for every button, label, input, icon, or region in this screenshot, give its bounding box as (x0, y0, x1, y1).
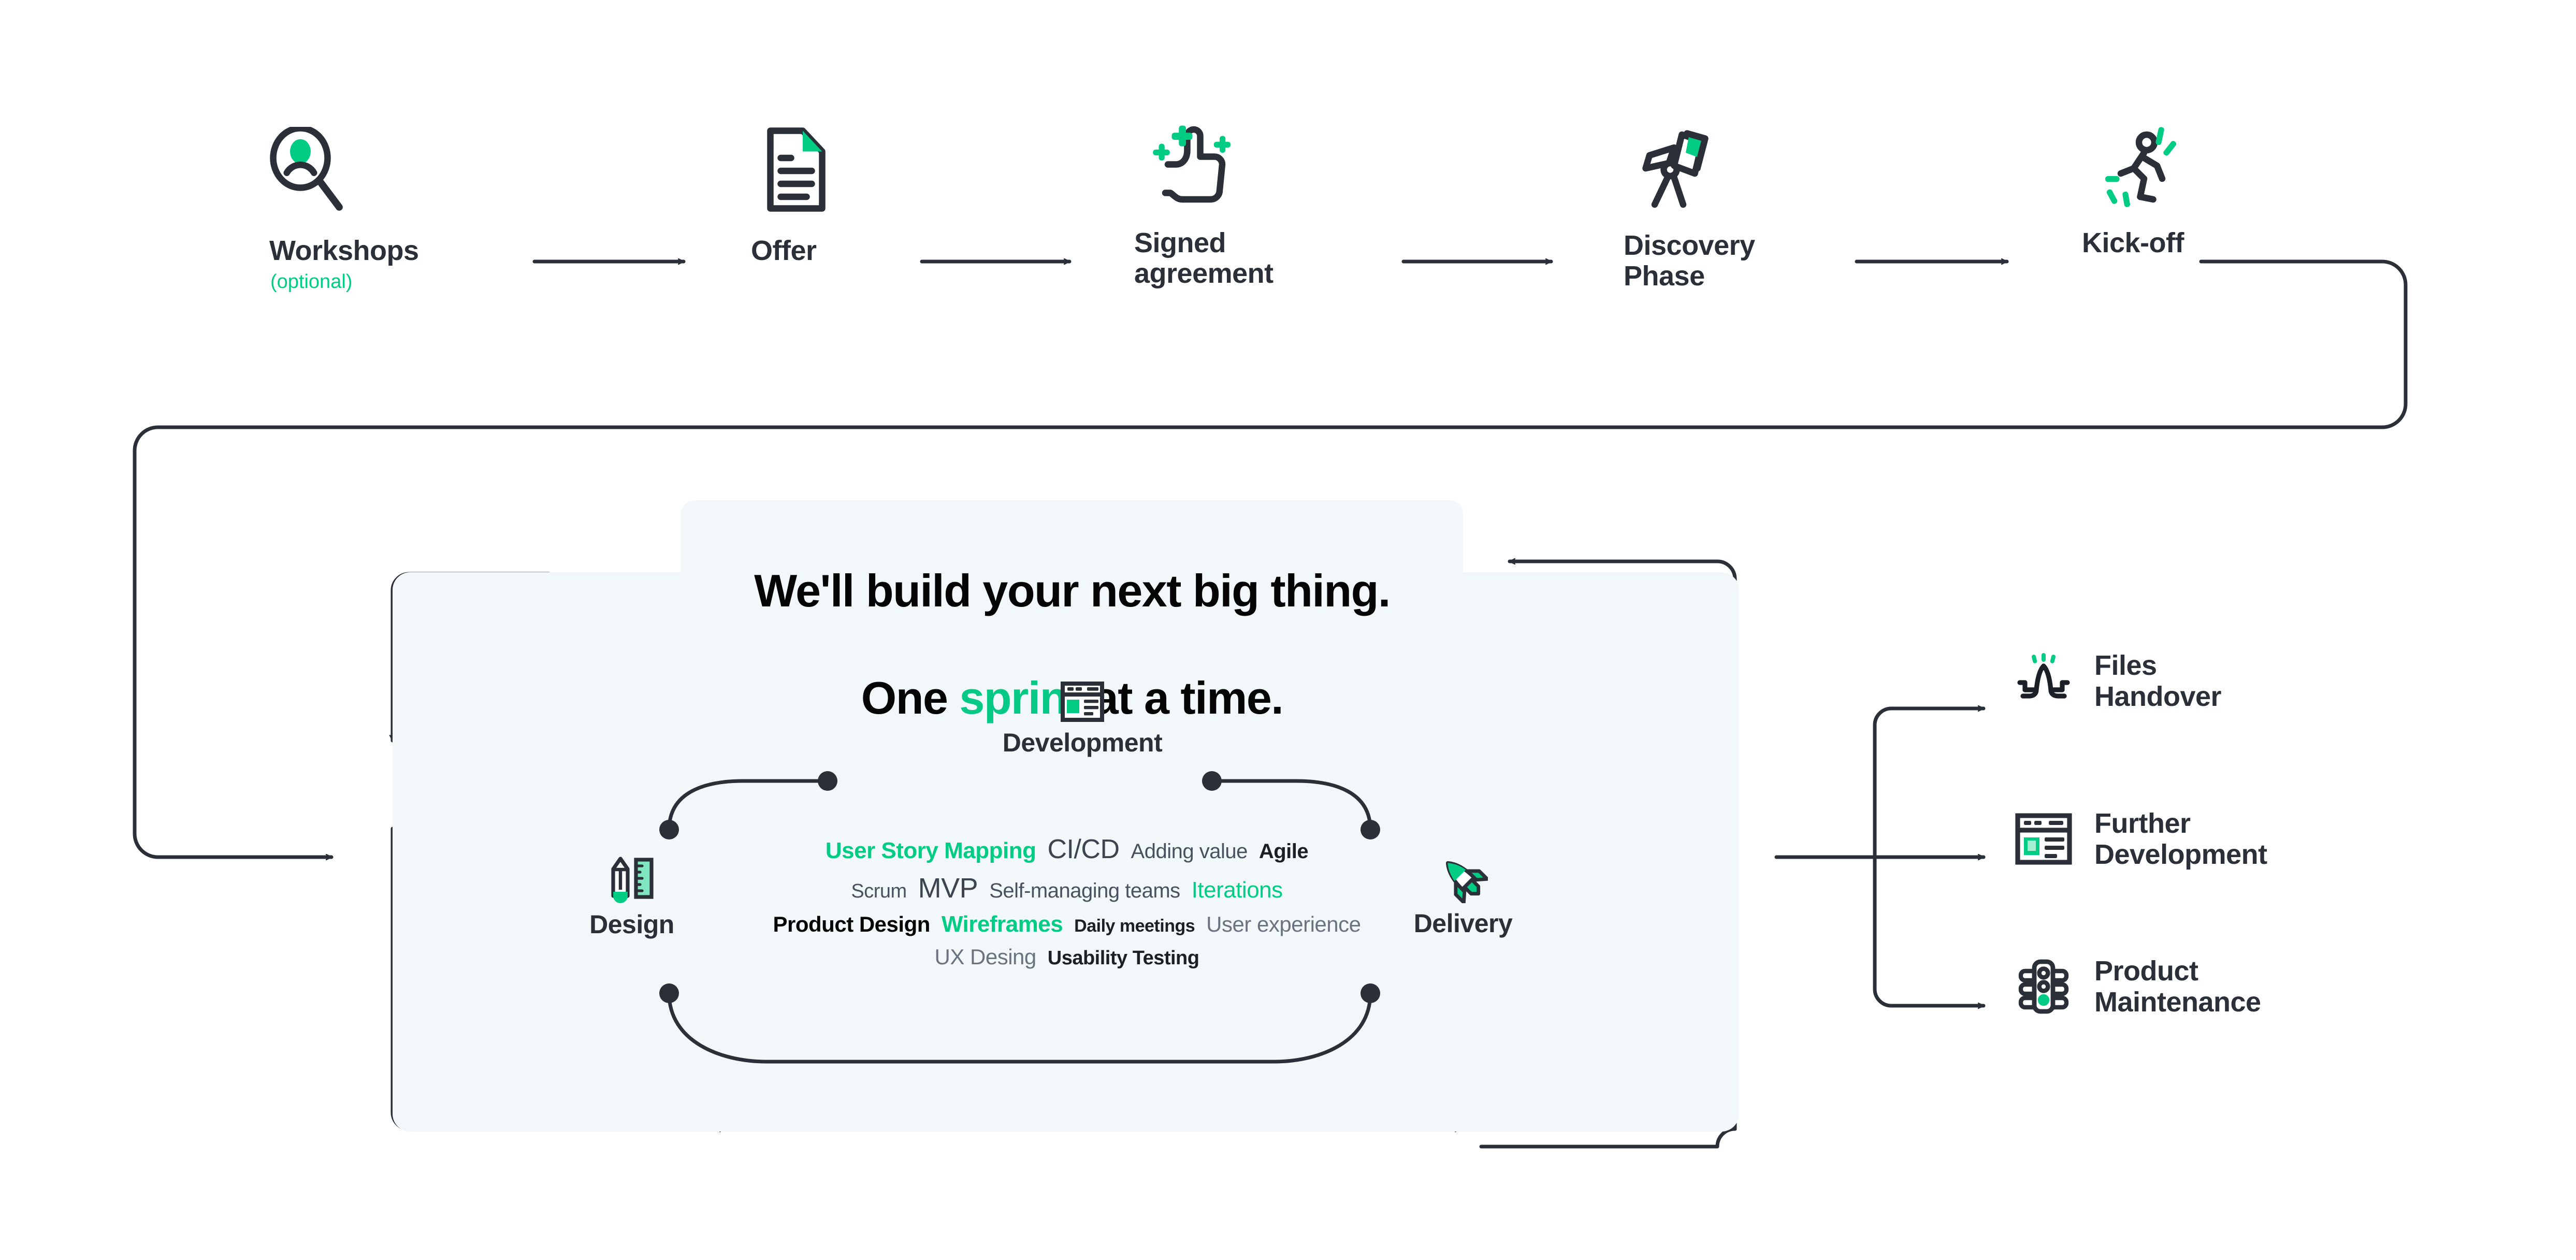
output-label: Further Development (2094, 808, 2267, 871)
word-cloud-term: Iterations (1191, 877, 1283, 903)
word-cloud-row: User Story Mapping CI/CD Adding value Agile (704, 834, 1429, 865)
thumbs-up-icon (1145, 122, 1235, 210)
output-label: Files Handover (2094, 650, 2222, 713)
word-cloud-term: Self-managing teams (989, 879, 1180, 902)
sprint-node-development[interactable]: Development (953, 681, 1212, 758)
process-step-signed-agreement[interactable]: Signed agreement (1134, 122, 1393, 308)
document-icon (764, 127, 829, 212)
output-label: Product Maintenance (2094, 955, 2261, 1018)
output-files-handover[interactable]: Files Handover (2015, 650, 2222, 713)
sprint-node-label: Development (1002, 728, 1163, 757)
traffic-light-icon (2015, 958, 2073, 1016)
browser-window-icon (1060, 681, 1105, 722)
rocket-icon (1438, 853, 1488, 903)
word-cloud-row: Scrum MVP Self-managing teams Iterations (704, 872, 1429, 904)
output-product-maintenance[interactable]: Product Maintenance (2015, 955, 2261, 1018)
process-step-kick-off[interactable]: Kick-off (2082, 122, 2310, 298)
process-step-offer[interactable]: Offer (751, 127, 958, 303)
word-cloud-term: Scrum (851, 880, 907, 902)
word-cloud-row: Product Design Wireframes Daily meetings Us… (704, 911, 1429, 937)
process-step-label: Signed agreement (1134, 227, 1273, 289)
sprint-node-label: Design (589, 910, 674, 939)
word-cloud-term: UX Desing (934, 945, 1036, 969)
word-cloud-row: UX Desing Usability Testing (704, 945, 1429, 969)
word-cloud-term: Usability Testing (1047, 947, 1199, 969)
magnifier-person-icon (269, 127, 352, 215)
word-cloud-term: MVP (918, 873, 978, 904)
process-step-discovery-phase[interactable]: Discovery Phase (1624, 124, 1883, 311)
word-cloud-term: Wireframes (941, 911, 1063, 937)
browser-window-icon (2015, 813, 2073, 865)
sprint-node-design[interactable]: Design (541, 855, 722, 939)
word-cloud-term: Adding value (1131, 840, 1248, 863)
process-step-label: Workshops (269, 235, 419, 266)
word-cloud-term: Product Design (773, 912, 931, 936)
process-step-label: Kick-off (2082, 227, 2184, 258)
output-further-development[interactable]: Further Development (2015, 808, 2267, 871)
handover-hands-icon (2015, 653, 2073, 709)
process-step-workshops[interactable]: Workshops (optional) (269, 127, 518, 303)
word-cloud-term: Daily meetings (1074, 916, 1195, 936)
process-flow-diagram: Workshops (optional) Offer Signed agreem… (0, 0, 2576, 1260)
word-cloud-term: Agile (1258, 840, 1309, 863)
process-step-label: Discovery Phase (1624, 230, 1755, 292)
pencil-ruler-icon (608, 855, 656, 904)
headline-line-1: We'll build your next big thing. (754, 564, 1391, 616)
headline-line2-pre: One (861, 672, 960, 724)
word-cloud-term: User experience (1206, 912, 1361, 936)
telescope-icon (1634, 124, 1725, 210)
process-step-sublabel: (optional) (270, 271, 353, 293)
word-cloud-term: CI/CD (1047, 834, 1120, 864)
methodology-word-cloud: User Story Mapping CI/CD Adding value Agile… (704, 834, 1429, 977)
word-cloud-term: User Story Mapping (825, 838, 1036, 863)
running-person-icon (2095, 122, 2183, 207)
process-step-label: Offer (751, 235, 817, 266)
